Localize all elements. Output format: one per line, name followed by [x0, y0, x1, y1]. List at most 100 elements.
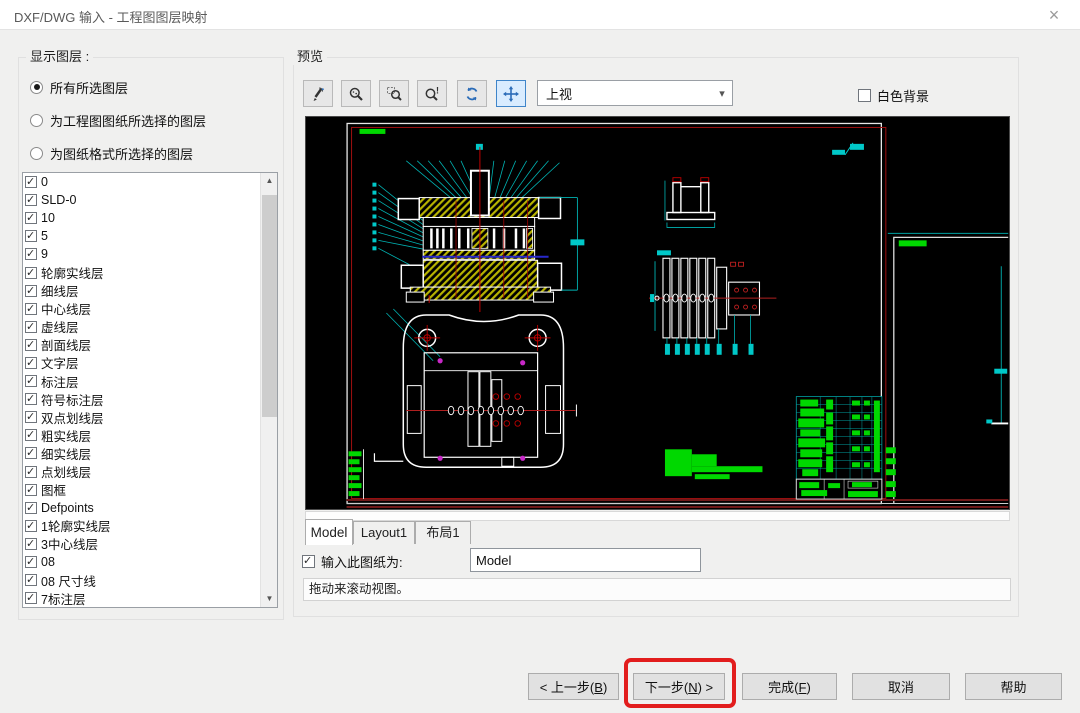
- layer-row[interactable]: 剖面线层: [23, 336, 277, 354]
- layer-row[interactable]: 9: [23, 245, 277, 263]
- layer-checkbox[interactable]: [25, 574, 37, 586]
- layer-name: Defpoints: [41, 501, 94, 515]
- zoom-to-fit-button[interactable]: !: [417, 80, 447, 107]
- layer-row[interactable]: 标注层: [23, 372, 277, 390]
- layer-name: 虚线层: [41, 317, 79, 336]
- layer-checkbox[interactable]: [25, 194, 37, 206]
- layer-row[interactable]: 10: [23, 209, 277, 227]
- white-background-label: 白色背景: [877, 86, 929, 105]
- layer-checkbox[interactable]: [25, 502, 37, 514]
- layer-row[interactable]: 5: [23, 227, 277, 245]
- layer-row[interactable]: 08: [23, 553, 277, 571]
- import-sheet-row[interactable]: 输入此图纸为:: [302, 552, 403, 571]
- layer-row[interactable]: 3中心线层: [23, 535, 277, 553]
- layer-checkbox[interactable]: [25, 592, 37, 604]
- layer-name: 剖面线层: [41, 335, 91, 354]
- scroll-up-icon[interactable]: ▲: [261, 173, 278, 189]
- layer-row[interactable]: Defpoints: [23, 499, 277, 517]
- scroll-down-icon[interactable]: ▼: [261, 591, 278, 607]
- layer-name: 0: [41, 175, 48, 189]
- layer-filter-option[interactable]: 为图纸格式所选择的图层: [30, 144, 193, 162]
- layer-checkbox[interactable]: [25, 267, 37, 279]
- layer-filter-option[interactable]: 所有所选图层: [30, 78, 128, 96]
- import-sheet-checkbox[interactable]: [302, 555, 315, 568]
- layer-checkbox[interactable]: [25, 339, 37, 351]
- white-background-row[interactable]: 白色背景: [858, 86, 929, 105]
- layer-row[interactable]: 文字层: [23, 354, 277, 372]
- cad-preview-canvas[interactable]: [305, 116, 1010, 510]
- radio-icon[interactable]: [30, 114, 43, 127]
- layer-row[interactable]: 虚线层: [23, 318, 277, 336]
- layer-row[interactable]: 双点划线层: [23, 408, 277, 426]
- scrollbar-thumb[interactable]: [262, 195, 277, 417]
- layer-checkbox[interactable]: [25, 484, 37, 496]
- layer-checkbox[interactable]: [25, 556, 37, 568]
- view-orientation-select[interactable]: 上视 ▾: [537, 80, 733, 106]
- back-button[interactable]: < 上一步(B): [528, 673, 619, 700]
- layer-checkbox[interactable]: [25, 429, 37, 441]
- preview-h-scrollbar[interactable]: [305, 511, 1010, 521]
- layer-list[interactable]: 0 SLD-010 5 9 轮廓实线层细线层中心线层虚线层剖面线层文字层标注层符号标注层…: [22, 172, 278, 608]
- layer-name: 9: [41, 247, 48, 261]
- tab-布局1[interactable]: 布局1: [415, 521, 471, 544]
- layer-name: 细线层: [41, 281, 79, 300]
- layer-checkbox[interactable]: [25, 303, 37, 315]
- layer-row[interactable]: 1轮廓实线层: [23, 517, 277, 535]
- layer-row[interactable]: 0: [23, 173, 277, 191]
- pan-button[interactable]: [496, 80, 526, 107]
- layer-checkbox[interactable]: [25, 285, 37, 297]
- layer-row[interactable]: 细实线层: [23, 444, 277, 462]
- radio-icon[interactable]: [30, 147, 43, 160]
- finish-button[interactable]: 完成(F): [742, 673, 837, 700]
- tab-layout1[interactable]: Layout1: [353, 521, 415, 544]
- radio-label: 为图纸格式所选择的图层: [50, 144, 193, 163]
- rotate-view-icon: [464, 86, 480, 102]
- layer-row[interactable]: 细线层: [23, 282, 277, 300]
- layer-row[interactable]: 中心线层: [23, 300, 277, 318]
- layer-row[interactable]: 轮廓实线层: [23, 263, 277, 281]
- rotate-view-button[interactable]: [457, 80, 487, 107]
- layer-name: 7标注层: [41, 589, 85, 608]
- layer-row[interactable]: 08 尺寸线: [23, 571, 277, 589]
- layer-checkbox[interactable]: [25, 248, 37, 260]
- close-icon[interactable]: ×: [1042, 4, 1066, 26]
- layer-checkbox[interactable]: [25, 321, 37, 333]
- layer-checkbox[interactable]: [25, 176, 37, 188]
- layer-checkbox[interactable]: [25, 411, 37, 423]
- layer-row[interactable]: 点划线层: [23, 463, 277, 481]
- layer-name: 08: [41, 555, 55, 569]
- radio-label: 为工程图图纸所选择的图层: [50, 111, 206, 130]
- help-button[interactable]: 帮助: [965, 673, 1062, 700]
- layer-name: 08 尺寸线: [41, 571, 96, 590]
- layer-checkbox[interactable]: [25, 357, 37, 369]
- layer-checkbox[interactable]: [25, 212, 37, 224]
- layer-checkbox[interactable]: [25, 230, 37, 242]
- layer-filter-option[interactable]: 为工程图图纸所选择的图层: [30, 111, 206, 129]
- cad-bom-table: [796, 397, 895, 499]
- next-button[interactable]: 下一步(N) >: [633, 673, 725, 700]
- layer-checkbox[interactable]: [25, 520, 37, 532]
- zoom-to-area-button[interactable]: [379, 80, 409, 107]
- layer-checkbox[interactable]: [25, 538, 37, 550]
- tab-model[interactable]: Model: [305, 519, 353, 545]
- layer-list-scrollbar[interactable]: ▲ ▼: [260, 173, 277, 607]
- radio-label: 所有所选图层: [50, 78, 128, 97]
- layer-row[interactable]: 粗实线层: [23, 426, 277, 444]
- layer-checkbox[interactable]: [25, 393, 37, 405]
- layer-checkbox[interactable]: [25, 447, 37, 459]
- zoom-in-out-button[interactable]: [341, 80, 371, 107]
- layer-row[interactable]: SLD-0: [23, 191, 277, 209]
- layer-checkbox[interactable]: [25, 375, 37, 387]
- layer-checkbox[interactable]: [25, 466, 37, 478]
- sheet-name-input[interactable]: [470, 548, 701, 572]
- layer-row[interactable]: 7标注层: [23, 589, 277, 607]
- layer-name: 5: [41, 229, 48, 243]
- layer-row[interactable]: 图框: [23, 481, 277, 499]
- layer-row[interactable]: 符号标注层: [23, 390, 277, 408]
- white-background-checkbox[interactable]: [858, 89, 871, 102]
- chevron-down-icon: ▾: [712, 87, 732, 100]
- layer-name: 符号标注层: [41, 390, 104, 409]
- cancel-button[interactable]: 取消: [852, 673, 950, 700]
- radio-icon[interactable]: [30, 81, 43, 94]
- select-tool-button[interactable]: [303, 80, 333, 107]
